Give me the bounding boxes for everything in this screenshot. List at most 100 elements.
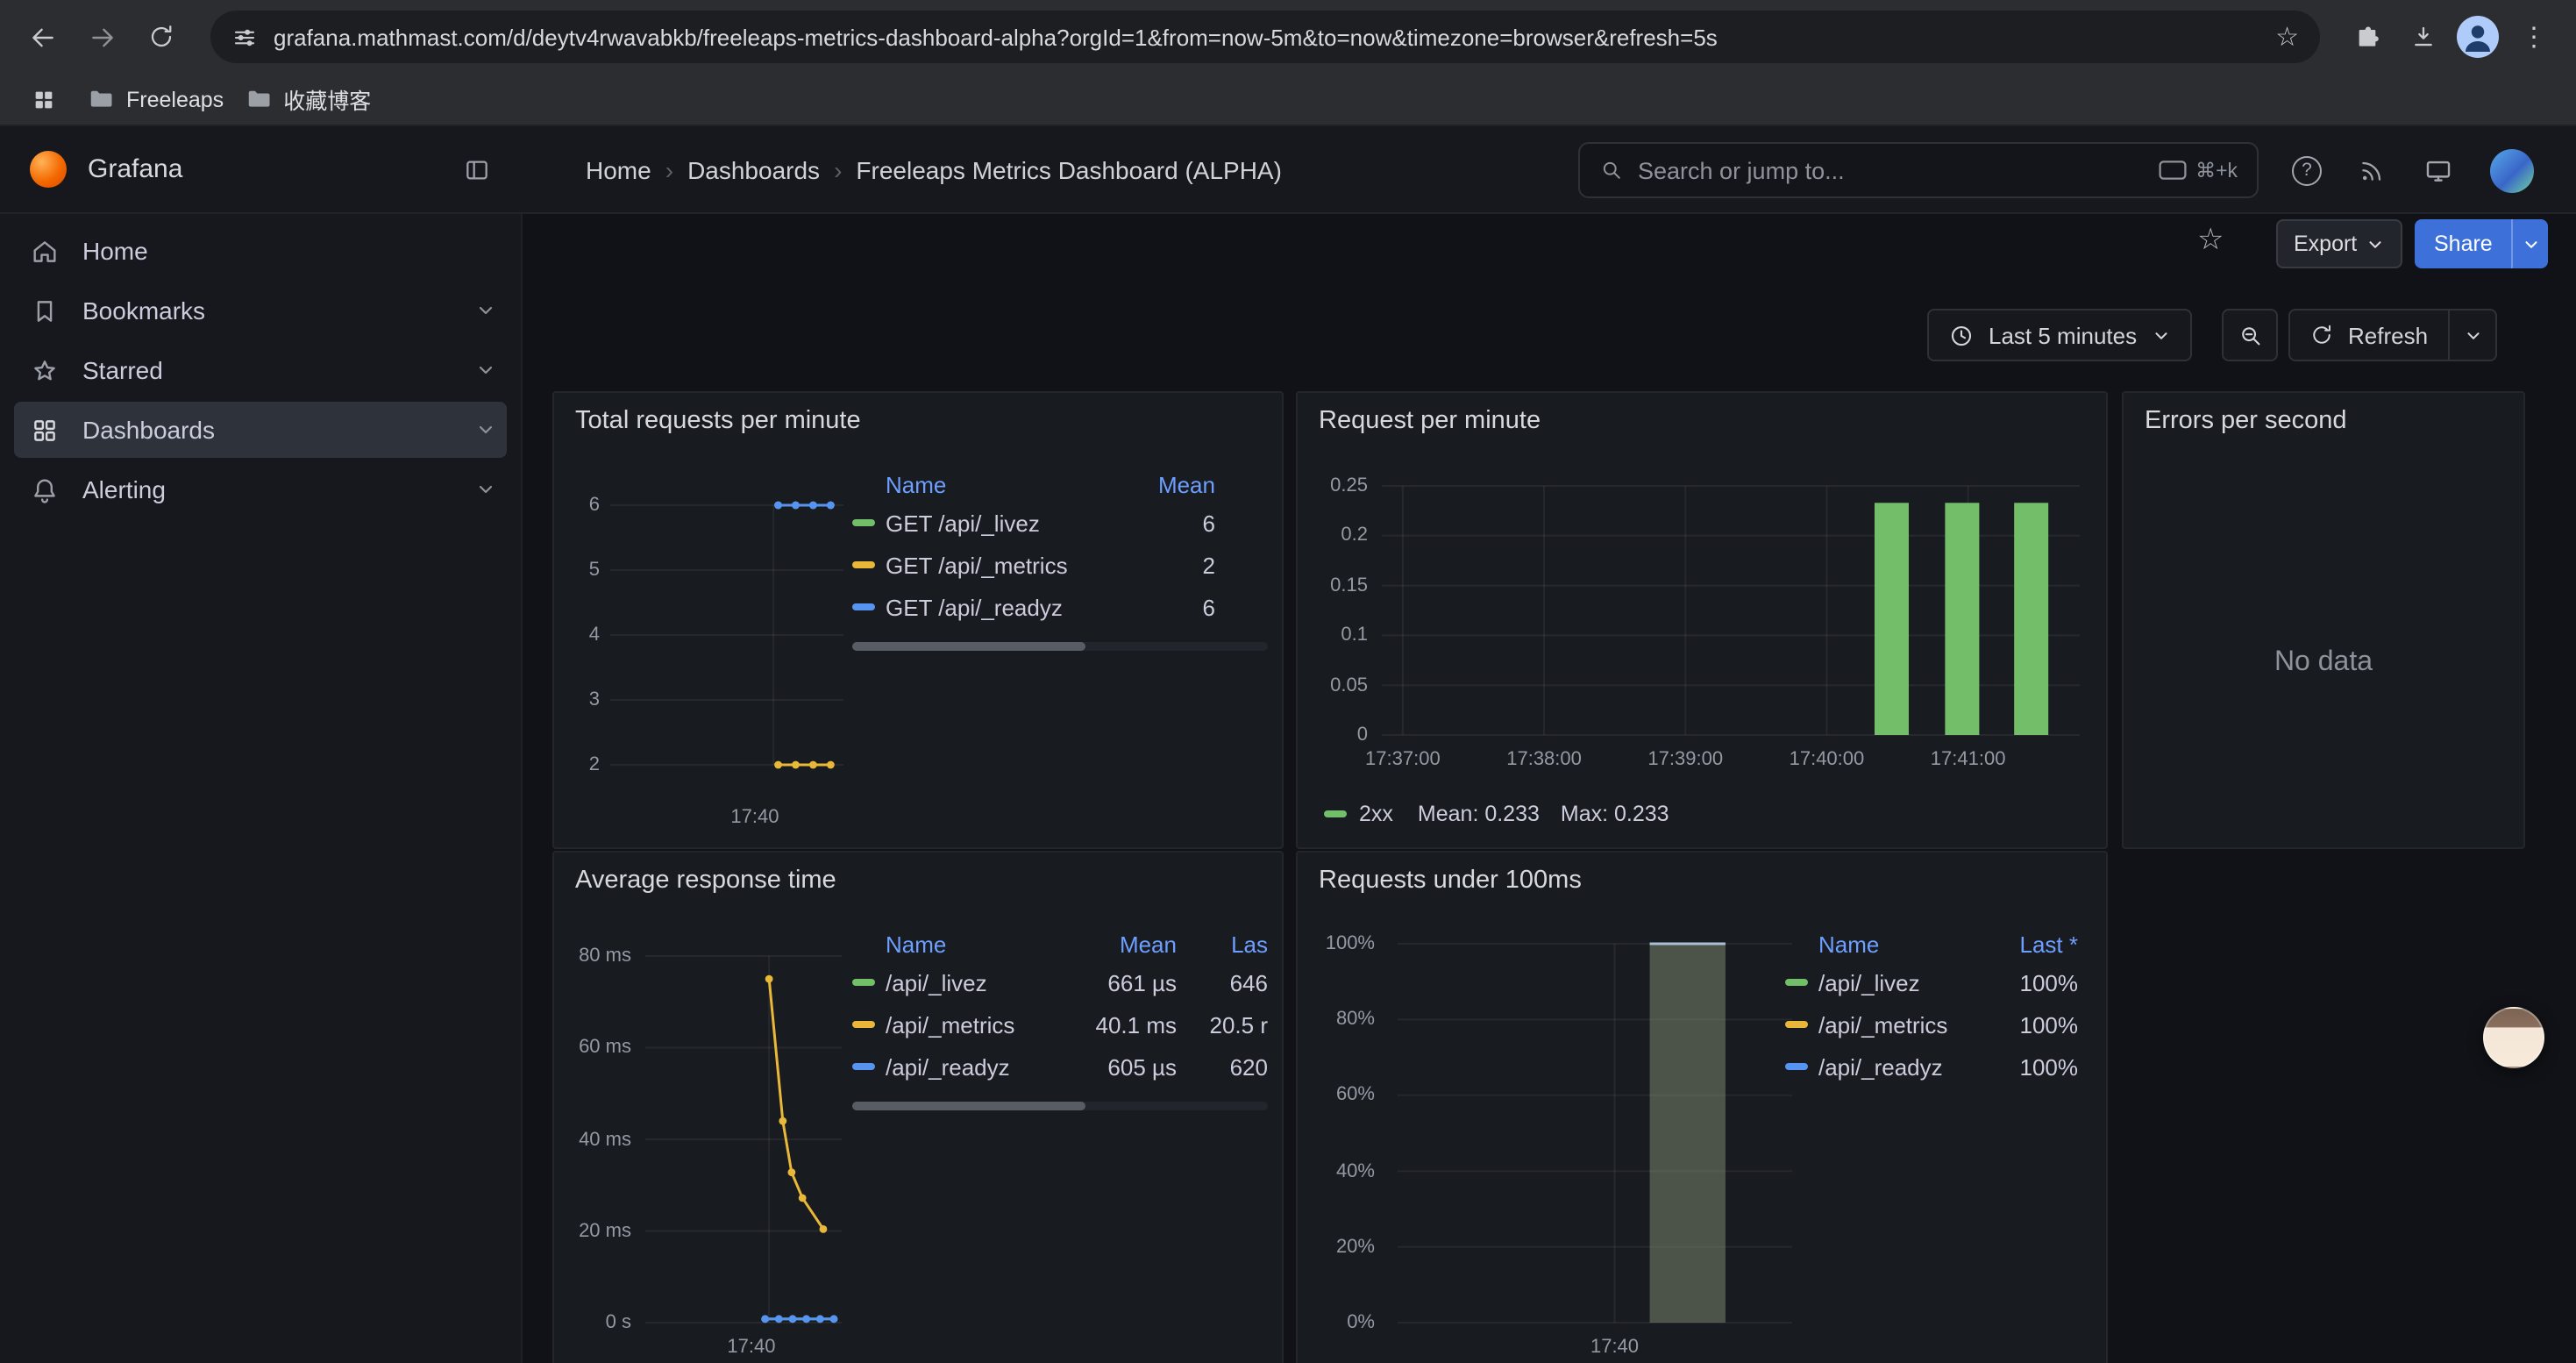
chevron-down-icon[interactable] (475, 300, 496, 321)
chevron-down-icon[interactable] (475, 360, 496, 381)
y-axis-labels: 80 ms 60 ms 40 ms 20 ms 0 s (558, 946, 631, 1333)
legend-scrollbar[interactable] (852, 1102, 1268, 1110)
forward-arrow-icon (87, 22, 117, 52)
series-last: 20.5 r (1177, 1011, 1268, 1038)
panel-title[interactable]: Total requests per minute (575, 407, 861, 435)
search-input[interactable]: Search or jump to... ⌘+k (1578, 142, 2259, 198)
scrollbar-thumb[interactable] (852, 1102, 1085, 1110)
apps-grid-icon[interactable] (21, 76, 67, 122)
sidebar-collapse-icon[interactable] (463, 155, 491, 183)
legend-column-name[interactable]: Name (852, 931, 1071, 957)
rss-icon[interactable] (2359, 156, 2387, 184)
forward-button[interactable] (77, 12, 126, 61)
share-menu-button[interactable] (2512, 219, 2549, 268)
panel-title[interactable]: Requests under 100ms (1319, 867, 1582, 895)
sidebar-item-dashboards[interactable]: Dashboards (14, 402, 507, 458)
time-range-picker[interactable]: Last 5 minutes (1927, 309, 2191, 361)
legend-row: /api/_metrics 100% (1785, 1003, 2078, 1045)
panel-requests-under-100ms: Requests under 100ms 100% 80% 60% 40% 20… (1296, 851, 2108, 1363)
series-max: Max: 0.233 (1561, 802, 1669, 826)
chevron-down-icon[interactable] (475, 479, 496, 500)
series-mean: Mean: 0.233 (1418, 802, 1540, 826)
panel-request-per-minute: Request per minute 0.25 0.2 0.15 0.1 0.0… (1296, 391, 2108, 849)
scrollbar-thumb[interactable] (852, 642, 1085, 651)
chevron-down-icon[interactable] (475, 419, 496, 440)
series-name[interactable]: GET /api/_metrics (886, 552, 1114, 578)
browser-profile-avatar[interactable] (2457, 16, 2499, 58)
refresh-interval-button[interactable] (2447, 310, 2494, 360)
dashboards-grid-icon (30, 415, 60, 445)
series-name[interactable]: GET /api/_readyz (886, 594, 1114, 620)
sidebar-item-home[interactable]: Home (14, 223, 507, 279)
site-settings-icon[interactable] (231, 24, 258, 50)
series-name[interactable]: /api/_livez (1818, 969, 1987, 995)
series-name[interactable]: /api/_metrics (1818, 1011, 1987, 1038)
bookmark-item-freeleaps[interactable]: Freeleaps (88, 86, 224, 112)
sidebar-item-label: Dashboards (82, 416, 215, 444)
dashboard-canvas: ☆ Export Share Last 5 minutes Refresh To… (523, 214, 2576, 1363)
favorite-dashboard-star-icon[interactable]: ☆ (2197, 223, 2224, 258)
breadcrumb: Home › Dashboards › Freeleaps Metrics Da… (586, 155, 1282, 183)
sidebar-item-alerting[interactable]: Alerting (14, 461, 507, 517)
share-button[interactable]: Share (2415, 219, 2512, 268)
y-axis-labels: 100% 80% 60% 40% 20% 0% (1301, 933, 1375, 1333)
sidebar-item-bookmarks[interactable]: Bookmarks (14, 282, 507, 339)
legend-column-last[interactable]: Las (1177, 931, 1268, 957)
legend-table: Name Mean GET /api/_livez 6 GET /api/_me… (852, 467, 1268, 651)
brand-area: Grafana (0, 151, 523, 188)
legend-row: GET /api/_livez 6 (852, 502, 1268, 544)
series-last: 646 (1177, 969, 1268, 995)
help-icon[interactable]: ? (2292, 155, 2322, 185)
time-range-label: Last 5 minutes (1989, 322, 2137, 348)
series-name[interactable]: 2xx (1359, 802, 1393, 826)
series-name[interactable]: GET /api/_livez (886, 510, 1114, 536)
series-name[interactable]: /api/_readyz (1818, 1053, 1987, 1080)
grafana-logo[interactable] (30, 151, 67, 188)
back-button[interactable] (18, 12, 67, 61)
bookmark-icon (30, 296, 60, 325)
address-bar[interactable]: grafana.mathmast.com/d/deytv4rwavabkb/fr… (210, 11, 2320, 63)
refresh-button[interactable]: Refresh (2309, 322, 2428, 348)
reload-button[interactable] (137, 12, 186, 61)
legend-row: /api/_readyz 100% (1785, 1045, 2078, 1088)
downloads-icon[interactable] (2401, 14, 2446, 60)
legend-row: /api/_livez 661 µs 646 (852, 961, 1268, 1003)
bookmark-item-blog[interactable]: 收藏博客 (245, 82, 371, 116)
legend-header: Name Last * (1785, 926, 2078, 961)
series-last: 100% (1987, 969, 2078, 995)
x-axis-labels: 17:40 (645, 1337, 842, 1361)
assistant-avatar[interactable] (2483, 1007, 2544, 1068)
reload-icon (147, 23, 175, 51)
x-axis-labels: 17:40 (610, 807, 843, 831)
series-last: 100% (1987, 1053, 2078, 1080)
series-name[interactable]: /api/_metrics (886, 1011, 1071, 1038)
panel-title[interactable]: Request per minute (1319, 407, 1541, 435)
legend-column-name[interactable]: Name (1785, 931, 1987, 957)
panel-title[interactable]: Average response time (575, 867, 836, 895)
legend-column-last[interactable]: Last * (1987, 931, 2078, 957)
series-marker (852, 561, 875, 568)
browser-menu-icon[interactable]: ⋮ (2509, 12, 2558, 61)
legend-row: GET /api/_metrics 2 (852, 544, 1268, 586)
legend-table: Name Last * /api/_livez 100% /api/_metri… (1785, 926, 2078, 1088)
extensions-icon[interactable] (2345, 14, 2390, 60)
sidebar-item-label: Starred (82, 356, 163, 384)
x-axis-labels: 17:40 (1398, 1337, 1792, 1361)
legend-row: /api/_readyz 605 µs 620 (852, 1045, 1268, 1088)
breadcrumb-home[interactable]: Home (586, 155, 651, 183)
user-avatar[interactable] (2490, 148, 2534, 192)
legend-scrollbar[interactable] (852, 642, 1268, 651)
monitor-icon[interactable] (2423, 155, 2453, 185)
breadcrumb-dashboards[interactable]: Dashboards (687, 155, 820, 183)
legend-column-mean[interactable]: Mean (1114, 471, 1215, 497)
legend-row: GET /api/_readyz 6 (852, 586, 1268, 628)
bookmark-page-star-icon[interactable]: ☆ (2275, 21, 2299, 53)
legend-column-mean[interactable]: Mean (1071, 931, 1177, 957)
legend-column-name[interactable]: Name (852, 471, 1114, 497)
export-button[interactable]: Export (2276, 219, 2402, 268)
series-name[interactable]: /api/_readyz (886, 1053, 1071, 1080)
series-name[interactable]: /api/_livez (886, 969, 1071, 995)
zoom-out-button[interactable] (2222, 309, 2278, 361)
series-marker (1785, 1021, 1808, 1028)
sidebar-item-starred[interactable]: Starred (14, 342, 507, 398)
